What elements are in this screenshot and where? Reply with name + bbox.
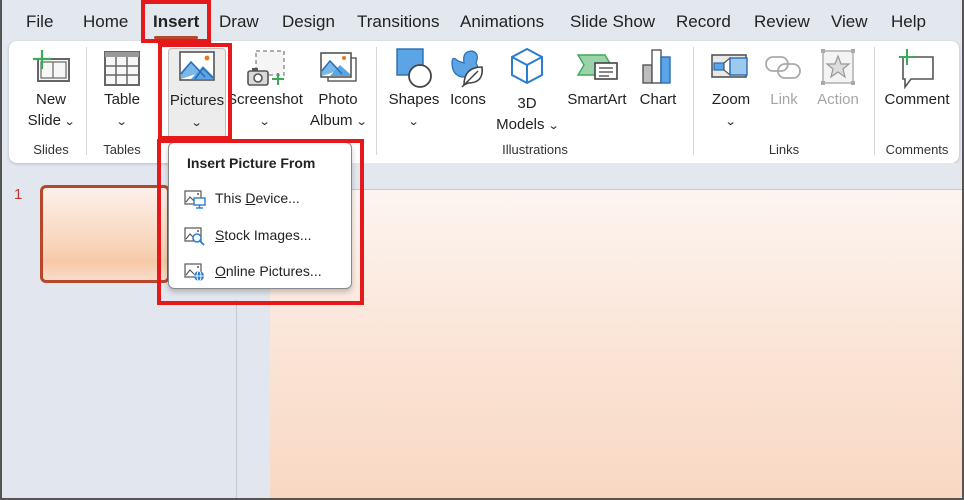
pane-divider[interactable]	[236, 300, 237, 498]
group-label-illustrations: Illustrations	[502, 142, 568, 157]
chart-icon	[633, 45, 683, 89]
action-star-icon	[811, 45, 865, 89]
insert-picture-menu: Insert Picture From This Device... Stock…	[168, 142, 352, 289]
link-button[interactable]: Link	[761, 45, 807, 110]
smartart-label: SmartArt	[567, 91, 627, 108]
comment-button[interactable]: Comment	[881, 45, 953, 110]
link-icon	[761, 45, 807, 89]
tab-help[interactable]: Help	[891, 12, 926, 32]
picture-icon	[169, 46, 225, 90]
menu-item-online-pictures[interactable]: Online Pictures...	[169, 256, 351, 288]
device-picture-icon	[184, 189, 206, 209]
chevron-down-icon: ⌄	[63, 116, 76, 128]
table-label: Table	[104, 91, 140, 108]
photo-album-label-line1: Photo	[318, 91, 358, 108]
table-icon	[94, 45, 150, 89]
comment-icon	[881, 45, 953, 89]
new-slide-icon	[23, 45, 79, 89]
chevron-down-icon: ⌄	[408, 116, 420, 128]
tab-view[interactable]: View	[831, 12, 868, 32]
pictures-label: Pictures	[169, 92, 225, 109]
icons-label: Icons	[450, 91, 486, 108]
smartart-button[interactable]: SmartArt	[564, 45, 630, 110]
ribbon-insert: New Slide ⌄ Slides Table ⌄ Tables Pictur…	[9, 41, 959, 163]
ribbon-tab-bar: File Home Insert Draw Design Transitions…	[0, 0, 964, 42]
chart-label: Chart	[639, 91, 677, 108]
tab-insert[interactable]: Insert	[153, 12, 199, 39]
slide-canvas[interactable]	[270, 190, 962, 498]
screenshot-icon	[227, 45, 303, 89]
slide-number: 1	[14, 186, 23, 203]
smartart-icon	[564, 45, 630, 89]
photo-album-label-line2: Album	[310, 112, 353, 129]
group-label-links: Links	[768, 142, 800, 157]
icons-icon	[443, 45, 493, 89]
shapes-icon	[385, 45, 443, 89]
link-label: Link	[770, 91, 798, 108]
menu-item-label: This Device...	[215, 190, 300, 206]
chart-button[interactable]: Chart	[633, 45, 683, 110]
menu-item-this-device[interactable]: This Device...	[169, 183, 351, 215]
tab-transitions[interactable]: Transitions	[357, 12, 440, 32]
pictures-button[interactable]: Pictures ⌄	[168, 48, 226, 140]
table-button[interactable]: Table ⌄	[94, 45, 150, 133]
photo-album-icon	[305, 45, 371, 89]
new-slide-label-line2: Slide	[27, 112, 61, 129]
menu-item-label: Online Pictures...	[215, 263, 322, 279]
group-separator	[693, 47, 694, 155]
menu-item-label: Stock Images...	[215, 227, 312, 243]
slide-thumbnail[interactable]	[40, 185, 170, 283]
3d-models-label-line2: Models	[496, 116, 545, 133]
new-slide-label-line1: New	[35, 91, 66, 108]
group-label-tables: Tables	[103, 142, 141, 157]
3d-models-button[interactable]: 3D Models ⌄	[495, 45, 559, 137]
cube-icon	[495, 45, 559, 89]
tab-animations[interactable]: Animations	[460, 12, 544, 32]
chevron-down-icon: ⌄	[259, 116, 271, 128]
screenshot-button[interactable]: Screenshot ⌄	[227, 45, 303, 133]
tab-file[interactable]: File	[26, 12, 53, 32]
chevron-down-icon: ⌄	[725, 116, 737, 128]
zoom-icon	[703, 45, 759, 89]
shapes-button[interactable]: Shapes ⌄	[385, 45, 443, 133]
chevron-down-icon: ⌄	[355, 116, 368, 128]
tab-slide-show[interactable]: Slide Show	[570, 12, 655, 32]
3d-models-label-line1: 3D	[517, 95, 537, 112]
group-separator	[376, 47, 377, 155]
menu-title: Insert Picture From	[187, 155, 316, 171]
zoom-label: Zoom	[711, 91, 751, 108]
menu-item-stock-images[interactable]: Stock Images...	[169, 220, 351, 252]
comment-label: Comment	[884, 91, 950, 108]
chevron-down-icon: ⌄	[191, 117, 203, 129]
icons-button[interactable]: Icons	[443, 45, 493, 110]
group-label-comments: Comments	[885, 142, 949, 157]
screenshot-label: Screenshot	[227, 91, 303, 108]
group-separator	[86, 47, 87, 155]
new-slide-button[interactable]: New Slide ⌄	[23, 45, 79, 133]
photo-album-button[interactable]: Photo Album ⌄	[305, 45, 371, 133]
chevron-down-icon: ⌄	[116, 116, 128, 128]
group-separator	[874, 47, 875, 155]
action-button[interactable]: Action	[811, 45, 865, 110]
tab-design[interactable]: Design	[282, 12, 335, 32]
action-label: Action	[817, 91, 859, 108]
group-label-slides: Slides	[33, 142, 69, 157]
tab-draw[interactable]: Draw	[219, 12, 259, 32]
zoom-button[interactable]: Zoom ⌄	[703, 45, 759, 133]
tab-review[interactable]: Review	[754, 12, 810, 32]
shapes-label: Shapes	[388, 91, 440, 108]
tab-home[interactable]: Home	[83, 12, 128, 32]
chevron-down-icon: ⌄	[547, 120, 560, 132]
stock-images-icon	[184, 226, 206, 246]
tab-record[interactable]: Record	[676, 12, 731, 32]
online-pictures-icon	[184, 262, 206, 282]
